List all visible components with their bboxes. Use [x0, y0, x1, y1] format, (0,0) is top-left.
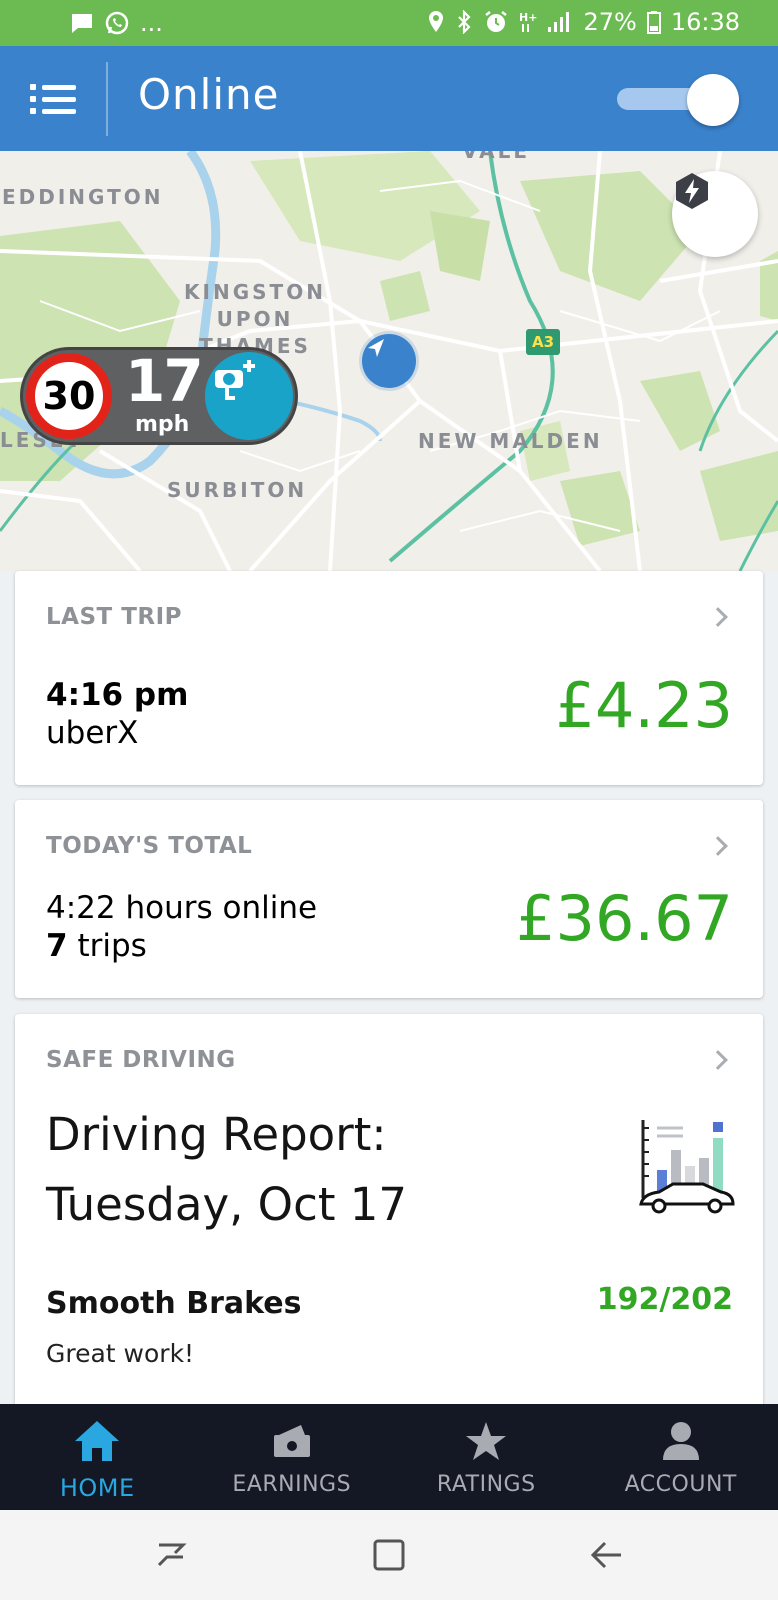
bottom-nav: HOME EARNINGS RATINGS ACCOUNT	[0, 1404, 778, 1510]
chevron-right-icon	[708, 607, 728, 627]
trips-line: 7 trips	[46, 928, 147, 964]
toggle-knob[interactable]	[687, 74, 739, 126]
nav-home[interactable]: HOME	[0, 1404, 195, 1510]
battery-percent: 27%	[583, 8, 637, 36]
status-time: 16:38	[670, 8, 740, 36]
todays-total-card[interactable]: TODAY'S TOTAL 4:22 hours online 7 trips …	[15, 800, 763, 998]
map-label-vale: VALE	[462, 151, 531, 163]
nav-earnings-label: EARNINGS	[232, 1472, 352, 1497]
star-icon	[464, 1418, 508, 1464]
nav-ratings-label: RATINGS	[436, 1472, 536, 1497]
speed-unit: mph	[135, 412, 190, 437]
last-trip-product: uberX	[46, 715, 139, 751]
smooth-brakes-note: Great work!	[46, 1339, 195, 1368]
header-divider	[106, 62, 108, 136]
speed-limit-sign: 30	[26, 353, 112, 439]
speed-camera-add-icon	[215, 360, 255, 400]
chevron-right-icon	[708, 1050, 728, 1070]
page-title: Online	[138, 70, 280, 119]
home-icon	[73, 1418, 121, 1464]
status-bar-right: H+ 27% 16:38	[427, 8, 740, 36]
driving-report-chart-icon	[639, 1120, 735, 1214]
battery-icon	[646, 11, 661, 34]
svg-text:H+: H+	[519, 11, 537, 24]
navigation-arrow-icon	[362, 334, 416, 388]
map-label-new-malden: NEW MALDEN	[418, 429, 603, 453]
trips-count: 7	[46, 928, 68, 964]
bluetooth-icon	[458, 10, 472, 34]
whatsapp-icon	[105, 11, 129, 35]
last-trip-amount: £4.23	[555, 669, 734, 742]
home-square-icon[interactable]	[366, 1532, 412, 1578]
recent-apps-icon[interactable]	[148, 1532, 194, 1578]
last-trip-card[interactable]: LAST TRIP 4:16 pm uberX £4.23	[15, 571, 763, 785]
back-arrow-icon[interactable]	[584, 1532, 630, 1578]
driving-report-title: Driving Report: Tuesday, Oct 17	[46, 1108, 408, 1231]
lightning-icon	[676, 173, 708, 209]
person-icon	[661, 1418, 701, 1464]
online-toggle[interactable]	[617, 74, 739, 126]
safe-driving-card[interactable]: SAFE DRIVING Driving Report: Tuesday, Oc…	[15, 1014, 763, 1434]
signal-icon	[548, 12, 570, 32]
road-badge-a3: A3	[526, 329, 560, 355]
surge-button[interactable]	[672, 171, 758, 257]
speed-camera-add-button[interactable]	[205, 352, 293, 440]
hours-online: 4:22 hours online	[46, 890, 318, 926]
todays-total-label: TODAY'S TOTAL	[46, 833, 253, 859]
status-bar-left: ...	[70, 9, 163, 37]
status-bar: ... H+ 27% 16:38	[0, 0, 778, 46]
smooth-brakes-title: Smooth Brakes	[46, 1286, 302, 1321]
map-label-teddington: EDDINGTON	[2, 185, 164, 209]
app-header: Online	[0, 46, 778, 151]
system-nav-bar	[0, 1510, 778, 1600]
trips-word: trips	[77, 928, 147, 964]
safe-driving-label: SAFE DRIVING	[46, 1047, 236, 1073]
chevron-right-icon	[708, 836, 728, 856]
last-trip-time: 4:16 pm	[46, 677, 189, 713]
earnings-icon	[271, 1418, 313, 1464]
speed-widget: 30 17 mph	[20, 347, 298, 445]
last-trip-label: LAST TRIP	[46, 604, 183, 630]
hplus-icon: H+	[519, 11, 537, 32]
message-icon	[72, 14, 92, 33]
nav-ratings[interactable]: RATINGS	[389, 1404, 584, 1510]
alarm-icon	[485, 11, 508, 32]
map-label-surbiton: SURBITON	[167, 478, 308, 502]
location-icon	[429, 11, 444, 32]
map-view[interactable]: EDDINGTON KINGSTON UPON THAMES NEW MALDE…	[0, 151, 778, 571]
todays-total-amount: £36.67	[516, 882, 733, 955]
smooth-brakes-score: 192/202	[596, 1282, 733, 1317]
menu-list-icon[interactable]	[30, 82, 76, 116]
status-overflow-dots: ...	[140, 9, 163, 37]
nav-earnings[interactable]: EARNINGS	[195, 1404, 390, 1510]
nav-account[interactable]: ACCOUNT	[584, 1404, 778, 1510]
nav-home-label: HOME	[59, 1474, 135, 1502]
nav-account-label: ACCOUNT	[624, 1472, 737, 1497]
current-speed: 17	[125, 347, 204, 415]
